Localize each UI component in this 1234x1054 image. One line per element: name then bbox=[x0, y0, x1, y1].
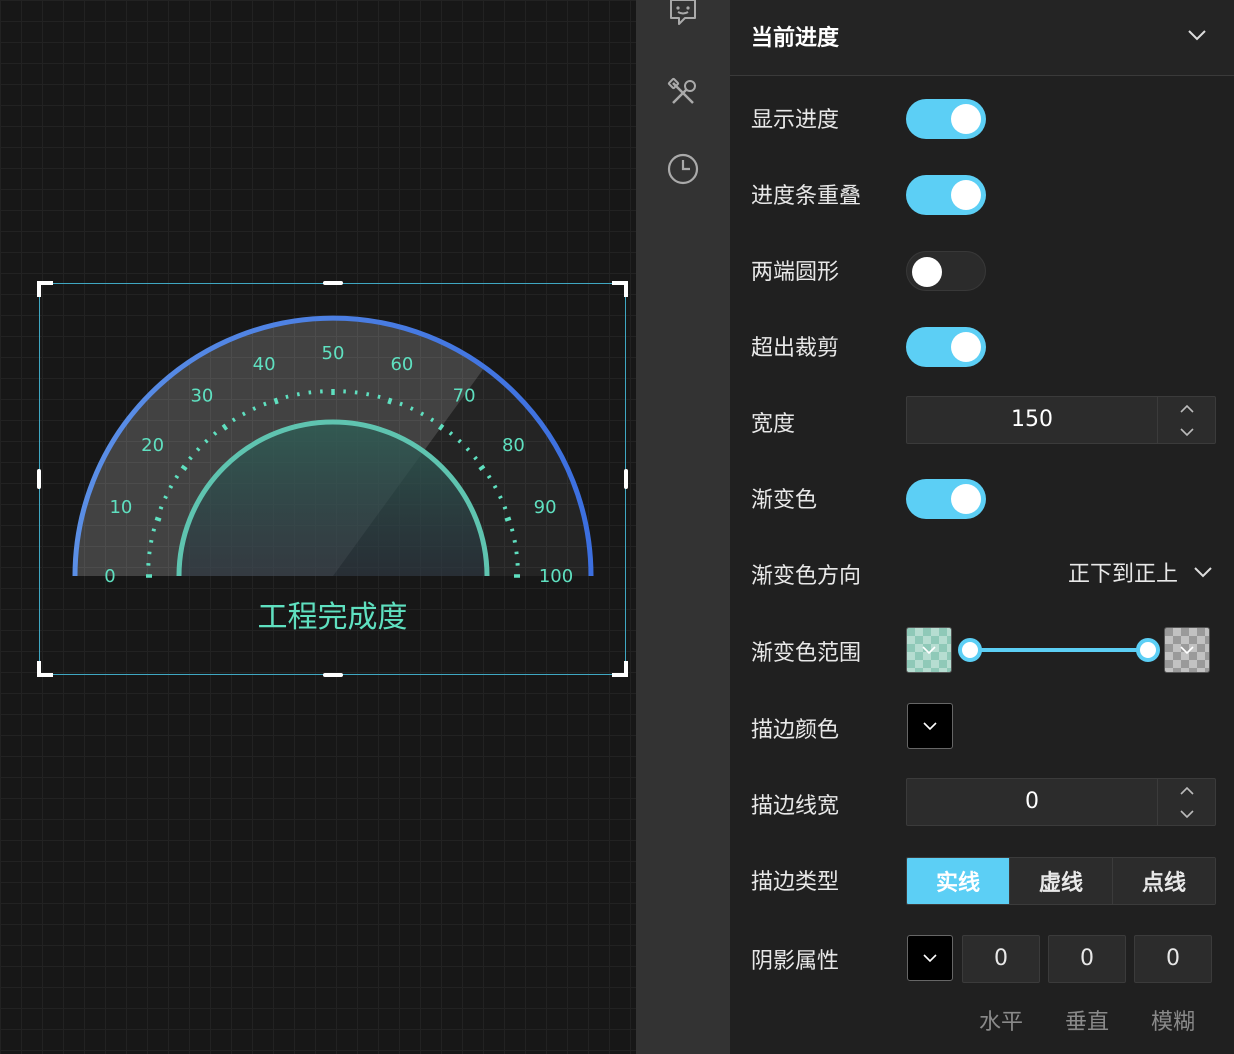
decrement-button[interactable] bbox=[1158, 420, 1216, 443]
gradient-direction-select[interactable]: 正下到正上 bbox=[1068, 556, 1214, 588]
history-icon[interactable] bbox=[665, 151, 701, 187]
show-progress-label: 显示进度 bbox=[751, 108, 840, 133]
stroke-width-value[interactable]: 0 bbox=[907, 779, 1157, 825]
gradient-range-start-handle[interactable] bbox=[958, 638, 982, 662]
increment-button[interactable] bbox=[1158, 397, 1216, 420]
resize-handle-top-left[interactable] bbox=[37, 281, 53, 297]
overflow-clip-toggle[interactable] bbox=[906, 327, 986, 367]
shadow-horizontal-input[interactable]: 0 bbox=[962, 935, 1040, 983]
panel-title: 当前进度 bbox=[751, 26, 840, 51]
gradient-range-track[interactable] bbox=[970, 648, 1148, 652]
toggle-knob bbox=[951, 332, 981, 362]
shadow-label: 阴影属性 bbox=[751, 949, 840, 974]
tools-icon[interactable] bbox=[665, 75, 701, 111]
decrement-button[interactable] bbox=[1158, 802, 1216, 825]
stroke-color-picker[interactable] bbox=[907, 703, 953, 749]
gradient-start-color[interactable] bbox=[906, 627, 952, 673]
toggle-knob bbox=[912, 257, 942, 287]
width-label: 宽度 bbox=[751, 412, 796, 437]
gradient-label: 渐变色 bbox=[751, 488, 818, 513]
stroke-type-dashed[interactable]: 虚线 bbox=[1009, 858, 1112, 904]
stroke-type-segmented: 实线 虚线 点线 bbox=[906, 857, 1216, 905]
stroke-color-label: 描边颜色 bbox=[751, 718, 840, 743]
gradient-toggle[interactable] bbox=[906, 479, 986, 519]
gradient-range-end-handle[interactable] bbox=[1136, 638, 1160, 662]
toggle-knob bbox=[951, 180, 981, 210]
gradient-end-color[interactable] bbox=[1164, 627, 1210, 673]
gradient-direction-value: 正下到正上 bbox=[1067, 562, 1178, 587]
overflow-clip-label: 超出裁剪 bbox=[751, 336, 840, 361]
resize-handle-left[interactable] bbox=[37, 469, 41, 489]
shadow-vertical-input[interactable]: 0 bbox=[1048, 935, 1126, 983]
gradient-direction-label: 渐变色方向 bbox=[751, 564, 862, 589]
show-progress-toggle[interactable] bbox=[906, 99, 986, 139]
shadow-horizontal-caption: 水平 bbox=[978, 1010, 1023, 1035]
shadow-color-picker[interactable] bbox=[907, 935, 953, 981]
width-stepper bbox=[1157, 397, 1215, 443]
width-input[interactable]: 150 bbox=[906, 396, 1216, 444]
stroke-width-input[interactable]: 0 bbox=[906, 778, 1216, 826]
round-caps-label: 两端圆形 bbox=[751, 260, 840, 285]
stroke-width-stepper bbox=[1157, 779, 1215, 825]
stroke-type-solid[interactable]: 实线 bbox=[907, 858, 1009, 904]
resize-handle-bottom[interactable] bbox=[323, 673, 343, 677]
progress-overlap-label: 进度条重叠 bbox=[751, 184, 862, 209]
shadow-vertical-caption: 垂直 bbox=[1064, 1010, 1109, 1035]
stroke-type-label: 描边类型 bbox=[751, 870, 840, 895]
resize-handle-bottom-left[interactable] bbox=[37, 661, 53, 677]
resize-handle-right[interactable] bbox=[624, 469, 628, 489]
resize-handle-top[interactable] bbox=[323, 281, 343, 285]
editor-canvas[interactable]: 0 10 20 30 40 50 60 70 80 90 100 工程完成度 bbox=[0, 0, 636, 1054]
width-value[interactable]: 150 bbox=[907, 397, 1157, 443]
gradient-range-label: 渐变色范围 bbox=[751, 641, 862, 666]
tool-strip bbox=[636, 0, 730, 1054]
toggle-knob bbox=[951, 484, 981, 514]
chevron-down-icon bbox=[1194, 567, 1212, 578]
toggle-knob bbox=[951, 104, 981, 134]
comment-icon[interactable] bbox=[665, 0, 701, 30]
properties-panel: 当前进度 显示进度 进度条重叠 两端圆形 超出裁剪 宽度 150 渐变色 渐变色… bbox=[730, 0, 1234, 1054]
progress-overlap-toggle[interactable] bbox=[906, 175, 986, 215]
resize-handle-bottom-right[interactable] bbox=[612, 661, 628, 677]
round-caps-toggle[interactable] bbox=[906, 251, 986, 291]
stroke-type-dotted[interactable]: 点线 bbox=[1112, 858, 1215, 904]
panel-header[interactable]: 当前进度 bbox=[730, 0, 1234, 76]
stroke-width-label: 描边线宽 bbox=[751, 794, 840, 819]
shadow-blur-input[interactable]: 0 bbox=[1134, 935, 1212, 983]
chevron-down-icon[interactable] bbox=[1186, 24, 1208, 50]
gauge-title: 工程完成度 bbox=[257, 600, 408, 635]
resize-handle-top-right[interactable] bbox=[612, 281, 628, 297]
shadow-blur-caption: 模糊 bbox=[1150, 1010, 1195, 1035]
increment-button[interactable] bbox=[1158, 779, 1216, 802]
